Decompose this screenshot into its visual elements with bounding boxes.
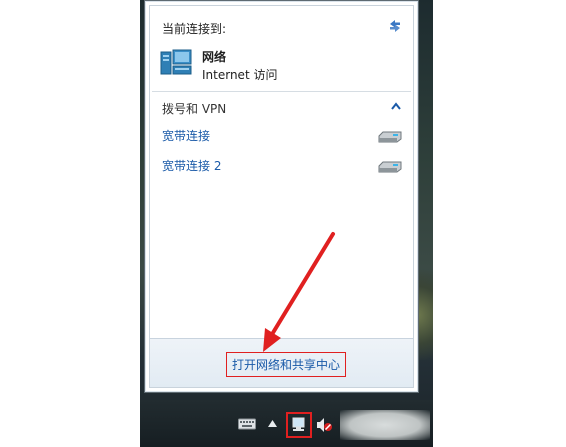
connected-to-label: 当前连接到: — [162, 22, 227, 36]
section-divider — [152, 91, 411, 92]
modem-icon — [378, 131, 402, 143]
chevron-up-icon[interactable] — [391, 102, 401, 110]
volume-muted-icon[interactable] — [316, 417, 332, 433]
keyboard-icon[interactable] — [238, 418, 256, 430]
connection-item-broadband[interactable]: 宽带连接 — [162, 127, 210, 144]
connection-item-broadband-2[interactable]: 宽带连接 2 — [162, 157, 221, 174]
modem-icon — [378, 161, 402, 173]
taskbar-blurred-area — [340, 410, 430, 440]
dialup-vpn-header: 拨号和 VPN — [162, 102, 227, 116]
show-hidden-icons-arrow[interactable] — [268, 419, 277, 427]
network-status: Internet 访问 — [202, 68, 278, 82]
network-tray-icon[interactable] — [286, 412, 312, 438]
refresh-icon[interactable] — [387, 18, 403, 34]
network-icon — [160, 49, 192, 75]
annotation-arrow — [263, 232, 335, 352]
network-name: 网络 — [202, 50, 227, 64]
